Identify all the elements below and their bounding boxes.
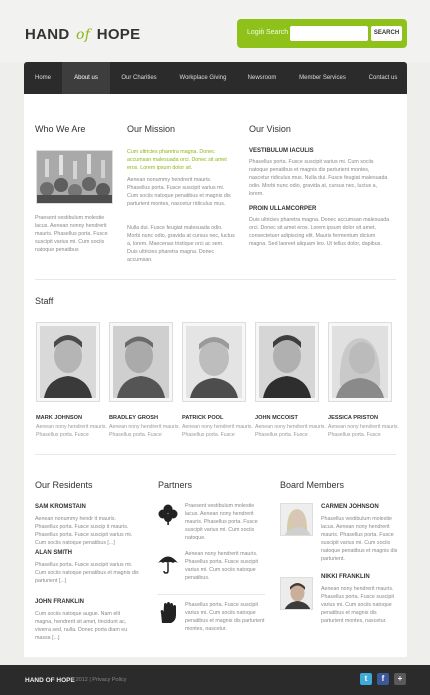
- crowd-image: [36, 150, 113, 204]
- footer-copyright[interactable]: © 2012 | Privacy Policy: [70, 677, 127, 683]
- staff-text-4: Aenean nony hendrerit mauris. Phasellus …: [255, 424, 326, 438]
- vision-sub-1: VESTIBULUM IACULIS: [249, 148, 314, 154]
- board-members-title: Board Members: [280, 480, 345, 490]
- our-mission-title: Our Mission: [127, 124, 176, 134]
- footer-logo[interactable]: HAND OF HOPE: [25, 677, 75, 684]
- staff-name-5[interactable]: JESSICA PRISTON: [328, 415, 378, 421]
- resident-text-1: Aenean nonummy hendr it mauris. Phasellu…: [35, 516, 133, 546]
- partner-text-1: Praesent vestibulum molestie lacus. Aene…: [185, 503, 258, 541]
- nav-contact-us[interactable]: Contact us: [359, 62, 407, 94]
- main-nav: Home About us Our Charities Workplace Gi…: [24, 62, 407, 94]
- nav-about-us[interactable]: About us: [62, 62, 110, 94]
- clover-icon: [157, 503, 179, 525]
- vision-text-2: Duis ultricies pharetra magna. Donec acc…: [249, 217, 390, 247]
- staff-photo-john-mccoist[interactable]: [255, 322, 319, 402]
- staff-text-1: Aenean nony hendrerit mauris. Phasellus …: [36, 424, 107, 438]
- nav-home[interactable]: Home: [24, 62, 62, 94]
- search-label: Search: [266, 29, 289, 36]
- partners-divider: [157, 594, 265, 595]
- umbrella-icon: [157, 552, 179, 574]
- who-we-are-title: Who We Are: [35, 124, 86, 134]
- search-input[interactable]: [290, 26, 368, 41]
- mission-para-1: Aenean nonummy hendrerit mauris. Phasell…: [127, 177, 231, 207]
- board-text-2: Aenean nony hendrerit mauris. Phasellus …: [321, 586, 395, 624]
- staff-title: Staff: [35, 296, 54, 306]
- staff-name-4[interactable]: JOHN MCCOIST: [255, 415, 298, 421]
- logo-of: of: [76, 27, 91, 43]
- resident-name-1[interactable]: SAM KROMSTAIN: [35, 504, 86, 510]
- logo-hope: HOPE: [96, 26, 141, 43]
- board-name-2[interactable]: NIKKI FRANKLIN: [321, 574, 370, 580]
- staff-photo-jessica-priston[interactable]: [328, 322, 392, 402]
- divider-1: [35, 279, 396, 280]
- login-search-bar: Login | Search SEARCH: [237, 19, 407, 48]
- resident-text-3: Cum sociis natoque augue. Nam elit magna…: [35, 611, 128, 641]
- facebook-icon[interactable]: f: [377, 673, 389, 685]
- vision-text-1: Phasellus porta. Fusce suscipit varius m…: [249, 159, 388, 197]
- staff-text-2: Aenean nony hendrerit mauris. Phasellus …: [109, 424, 180, 438]
- logo-hand: HAND: [25, 26, 70, 43]
- staff-name-1[interactable]: MARK JOHNSON: [36, 415, 82, 421]
- who-we-are-text: Praesent vestibulum molestie lacus. Aene…: [35, 215, 108, 253]
- content-panel: Who We Are Praesent vestibulum molestie …: [24, 94, 407, 657]
- board-photo-nikki-franklin[interactable]: [280, 577, 313, 610]
- staff-text-3: Aenean nony hendrerit mauris. Phasellus …: [182, 424, 253, 438]
- vision-sub-2: PROIN ULLAMCORPER: [249, 206, 317, 212]
- mission-lead: Cum ultricies pharetra magna. Donec accu…: [127, 149, 227, 171]
- divider-2: [35, 454, 396, 455]
- mission-para-2: Nulla dui. Fusce feugiat malesuada odio.…: [127, 225, 235, 263]
- partner-text-2: Aenean nony hendrerit mauris. Phasellus …: [185, 551, 259, 581]
- resident-text-2: Phasellus porta. Fusce suscipit varius m…: [35, 562, 139, 584]
- staff-name-2[interactable]: BRADLEY GROSH: [109, 415, 158, 421]
- search-button[interactable]: SEARCH: [371, 26, 402, 41]
- staff-photo-patrick-pool[interactable]: [182, 322, 246, 402]
- our-residents-title: Our Residents: [35, 480, 93, 490]
- nav-our-charities[interactable]: Our Charities: [110, 62, 168, 94]
- separator: |: [261, 28, 263, 35]
- header: HAND of HOPE Login | Search SEARCH: [0, 0, 430, 62]
- google-plus-icon[interactable]: +: [394, 673, 406, 685]
- nav-member-services[interactable]: Member Services: [286, 62, 359, 94]
- footer: HAND OF HOPE © 2012 | Privacy Policy t f…: [0, 665, 430, 695]
- site-logo[interactable]: HAND of HOPE: [25, 26, 140, 43]
- resident-name-2[interactable]: ALAN SMITH: [35, 550, 72, 556]
- staff-photo-mark-johnson[interactable]: [36, 322, 100, 402]
- partner-text-3: Phasellus porta. Fusce suscipit varius m…: [185, 602, 265, 632]
- staff-photo-bradley-grosh[interactable]: [109, 322, 173, 402]
- our-vision-title: Our Vision: [249, 124, 291, 134]
- board-name-1[interactable]: CARMEN JOHNSON: [321, 504, 379, 510]
- board-photo-carmen-johnson[interactable]: [280, 503, 313, 536]
- hand-icon: [157, 601, 179, 623]
- staff-text-5: Aenean nony hendrerit mauris. Phasellus …: [328, 424, 399, 438]
- twitter-icon[interactable]: t: [360, 673, 372, 685]
- staff-name-3[interactable]: PATRICK POOL: [182, 415, 223, 421]
- nav-workplace-giving[interactable]: Workplace Giving: [168, 62, 238, 94]
- nav-newsroom[interactable]: Newsroom: [238, 62, 286, 94]
- board-text-1: Phasellus vestibulum molestie lacus. Aen…: [321, 516, 398, 562]
- partners-title: Partners: [158, 480, 193, 490]
- resident-name-3[interactable]: JOHN FRANKLIN: [35, 599, 84, 605]
